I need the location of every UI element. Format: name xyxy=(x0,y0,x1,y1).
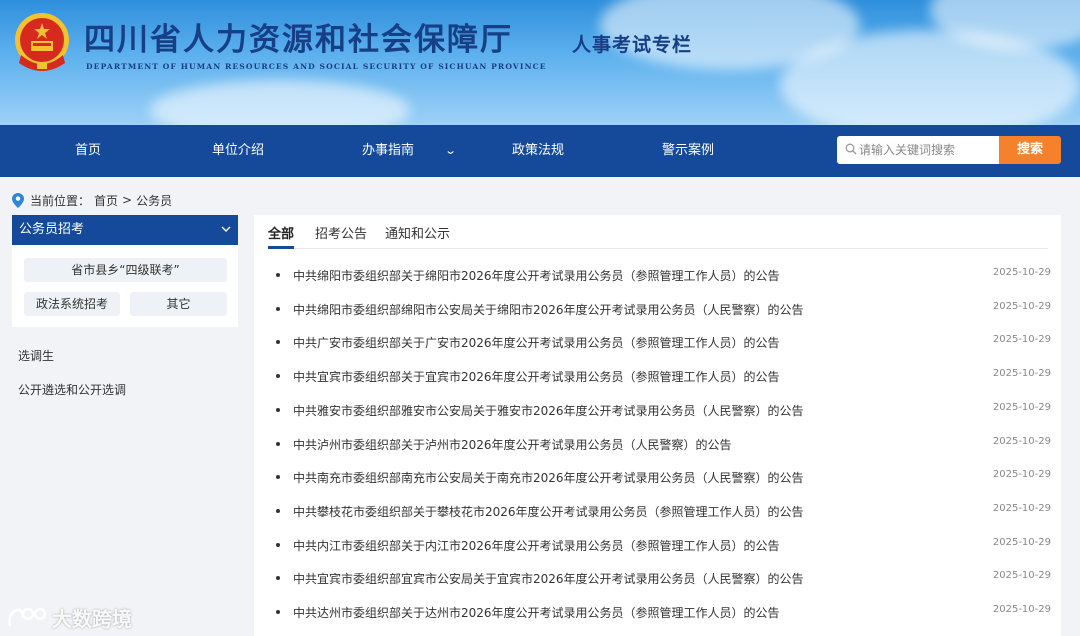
chevron-down-icon xyxy=(221,226,231,232)
article-date: 2025-10-29 xyxy=(992,502,1051,514)
nav-item-policy[interactable]: 政策法规 xyxy=(512,125,564,177)
national-emblem-icon xyxy=(15,13,69,71)
nav-item-cases[interactable]: 警示案例 xyxy=(662,125,714,177)
article-list-panel: 全部 招考公告 通知和公示 中共绵阳市委组织部关于绵阳市2026年度公开考试录用… xyxy=(254,215,1061,636)
bullet-icon xyxy=(276,374,280,379)
watermark-text: 大数跨境 xyxy=(52,606,132,631)
article-row[interactable]: 中共宜宾市委组织部宜宾市公安局关于宜宾市2026年度公开考试录用公务员（人民警察… xyxy=(274,568,1051,588)
article-row[interactable]: 中共南充市委组织部南充市公安局关于南充市2026年度公开考试录用公务员（人民警察… xyxy=(274,467,1051,487)
tab-notices-publicity[interactable]: 通知和公示 xyxy=(385,223,450,242)
article-row[interactable]: 中共攀枝花市委组织部关于攀枝花市2026年度公开考试录用公务员（参照管理工作人员… xyxy=(274,501,1051,521)
article-date: 2025-10-29 xyxy=(992,536,1051,548)
header-banner: 四川省人力资源和社会保障厅 DEPARTMENT OF HUMAN RESOUR… xyxy=(0,0,1080,125)
search-icon xyxy=(845,143,857,155)
search-box xyxy=(837,136,999,164)
article-title[interactable]: 中共攀枝花市委组织部关于攀枝花市2026年度公开考试录用公务员（参照管理工作人员… xyxy=(293,503,804,520)
nav-item-guide-label: 办事指南 xyxy=(362,143,415,158)
article-row[interactable]: 中共泸州市委组织部关于泸州市2026年度公开考试录用公务员（人民警察）的公告 20… xyxy=(274,434,1051,454)
sidebar-tag-joint-exam[interactable]: 省市县乡“四级联考” xyxy=(24,258,227,282)
active-tab-indicator xyxy=(268,246,294,249)
bullet-icon xyxy=(276,441,280,446)
article-date: 2025-10-29 xyxy=(992,334,1051,346)
article-title[interactable]: 中共广安市委组织部关于广安市2026年度公开考试录用公务员（参照管理工作人员）的… xyxy=(293,334,780,351)
bullet-icon xyxy=(276,508,280,513)
breadcrumb-current: 公务员 xyxy=(136,193,173,208)
article-date: 2025-10-29 xyxy=(992,604,1051,615)
article-date: 2025-10-29 xyxy=(992,368,1051,380)
sidebar-tag-legal-system[interactable]: 政法系统招考 xyxy=(24,292,120,316)
article-date: 2025-10-29 xyxy=(992,401,1051,413)
bullet-icon xyxy=(276,576,280,581)
location-pin-icon xyxy=(12,192,24,208)
article-date: 2025-10-29 xyxy=(992,435,1051,447)
article-title[interactable]: 中共雅安市委组织部雅安市公安局关于雅安市2026年度公开考试录用公务员（人民警察… xyxy=(293,402,804,419)
nav-item-guide[interactable]: 办事指南 ⌄ xyxy=(362,125,458,177)
article-title[interactable]: 中共内江市委组织部关于内江市2026年度公开考试录用公务员（参照管理工作人员）的… xyxy=(293,537,780,554)
article-date: 2025-10-29 xyxy=(992,570,1051,582)
article-row[interactable]: 中共达州市委组织部关于达州市2026年度公开考试录用公务员（参照管理工作人员）的… xyxy=(274,602,1051,622)
article-row[interactable]: 中共宜宾市委组织部关于宜宾市2026年度公开考试录用公务员（参照管理工作人员）的… xyxy=(274,366,1051,386)
sidebar-link-public-selection[interactable]: 公开遴选和公开选调 xyxy=(18,381,126,398)
article-row[interactable]: 中共绵阳市委组织部关于绵阳市2026年度公开考试录用公务员（参照管理工作人员）的… xyxy=(274,265,1051,285)
article-title[interactable]: 中共绵阳市委组织部关于绵阳市2026年度公开考试录用公务员（参照管理工作人员）的… xyxy=(293,267,780,284)
nav-item-home[interactable]: 首页 xyxy=(75,125,101,177)
breadcrumb-home[interactable]: 首页 xyxy=(94,192,118,209)
search-button[interactable]: 搜索 xyxy=(999,136,1061,164)
article-title[interactable]: 中共南充市委组织部南充市公安局关于南充市2026年度公开考试录用公务员（人民警察… xyxy=(293,469,804,486)
article-date: 2025-10-29 xyxy=(992,300,1051,312)
bullet-icon xyxy=(276,475,280,480)
article-title[interactable]: 中共泸州市委组织部关于泸州市2026年度公开考试录用公务员（人民警察）的公告 xyxy=(293,436,732,453)
bullet-icon xyxy=(276,542,280,547)
breadcrumb: 当前位置： 首页 > 公务员 xyxy=(12,190,176,210)
article-date: 2025-10-29 xyxy=(992,267,1051,278)
cloud-decoration xyxy=(150,80,410,125)
tab-recruitment-notices[interactable]: 招考公告 xyxy=(315,223,367,242)
bullet-icon xyxy=(276,610,280,614)
article-row[interactable]: 中共广安市委组织部关于广安市2026年度公开考试录用公务员（参照管理工作人员）的… xyxy=(274,332,1051,352)
watermark-logo-icon xyxy=(8,607,47,627)
bullet-icon xyxy=(276,407,280,412)
column-title: 人事考试专栏 xyxy=(572,34,693,56)
sidebar-header-label: 公务员招考 xyxy=(19,222,85,237)
article-title[interactable]: 中共达州市委组织部关于达州市2026年度公开考试录用公务员（参照管理工作人员）的… xyxy=(293,604,780,621)
sidebar-link-selected-graduates[interactable]: 选调生 xyxy=(18,347,54,364)
watermark: 大数跨境 xyxy=(6,602,132,632)
search-input[interactable] xyxy=(859,136,997,164)
tab-all[interactable]: 全部 xyxy=(268,223,294,242)
bullet-icon xyxy=(276,306,280,311)
article-title[interactable]: 中共绵阳市委组织部绵阳市公安局关于绵阳市2026年度公开考试录用公务员（人民警察… xyxy=(293,301,804,318)
site-subtitle: DEPARTMENT OF HUMAN RESOURCES AND SOCIAL… xyxy=(86,62,547,71)
breadcrumb-separator: > xyxy=(122,193,133,207)
article-title[interactable]: 中共宜宾市委组织部关于宜宾市2026年度公开考试录用公务员（参照管理工作人员）的… xyxy=(293,368,780,385)
article-date: 2025-10-29 xyxy=(992,469,1051,481)
chevron-down-icon: ⌄ xyxy=(444,144,458,157)
nav-item-about[interactable]: 单位介绍 xyxy=(212,125,264,177)
article-row[interactable]: 中共雅安市委组织部雅安市公安局关于雅安市2026年度公开考试录用公务员（人民警察… xyxy=(274,400,1051,420)
sidebar-tag-other[interactable]: 其它 xyxy=(130,292,227,316)
article-title[interactable]: 中共宜宾市委组织部宜宾市公安局关于宜宾市2026年度公开考试录用公务员（人民警察… xyxy=(293,570,804,587)
sidebar-tag-panel: 省市县乡“四级联考” 政法系统招考 其它 xyxy=(12,245,238,327)
sidebar-header[interactable]: 公务员招考 xyxy=(12,215,238,245)
breadcrumb-prefix: 当前位置： xyxy=(30,193,91,208)
article-row[interactable]: 中共绵阳市委组织部绵阳市公安局关于绵阳市2026年度公开考试录用公务员（人民警察… xyxy=(274,299,1051,319)
bullet-icon xyxy=(276,340,280,345)
article-row[interactable]: 中共内江市委组织部关于内江市2026年度公开考试录用公务员（参照管理工作人员）的… xyxy=(274,535,1051,555)
site-title: 四川省人力资源和社会保障厅 xyxy=(84,22,513,58)
bullet-icon xyxy=(276,273,280,277)
